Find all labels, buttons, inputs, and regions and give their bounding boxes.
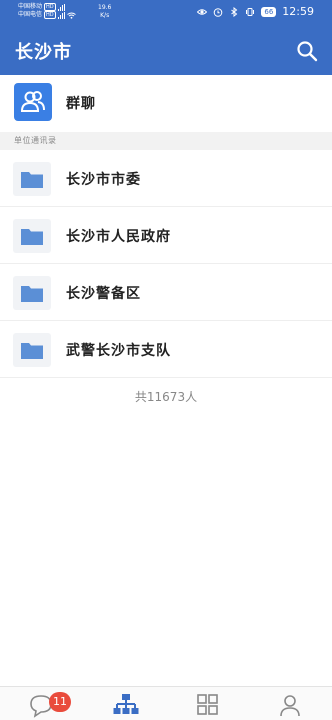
- group-chat-avatar: [14, 83, 52, 121]
- list-item[interactable]: 武警长沙市支队: [0, 321, 332, 378]
- battery-indicator: 66: [261, 6, 277, 17]
- carrier-1-hd-tag: HD: [44, 3, 56, 11]
- list-item-label: 长沙市人民政府: [66, 229, 171, 245]
- clock: 12:59: [282, 5, 314, 18]
- section-label: 单位通讯录: [14, 136, 57, 145]
- total-count: 共11673人: [134, 390, 198, 404]
- search-icon: [297, 41, 318, 62]
- alarm-icon: [214, 7, 223, 17]
- status-right: 66 12:59: [197, 5, 314, 18]
- network-speed: 19.6 K/s: [98, 4, 111, 20]
- tab-contacts[interactable]: [112, 691, 140, 719]
- tab-workbench[interactable]: [193, 691, 221, 719]
- bluetooth-icon: [231, 6, 238, 17]
- status-bar: 中国移动 HD 中国电信 HD 19.6 K/s 66 12:59: [0, 0, 332, 28]
- section-header: 单位通讯录: [0, 132, 332, 150]
- network-speed-value: 19.6: [98, 4, 112, 11]
- list-item[interactable]: 长沙市市委: [0, 150, 332, 207]
- app-header: 长沙市: [0, 28, 332, 75]
- carrier-2-name: 中国电信: [18, 11, 43, 18]
- folder-icon: [13, 276, 51, 310]
- carrier-2-hd-tag: HD: [44, 11, 56, 19]
- list-item[interactable]: 长沙市人民政府: [0, 207, 332, 264]
- search-button[interactable]: [296, 40, 318, 62]
- tab-profile[interactable]: [276, 691, 304, 719]
- carrier-1-name: 中国移动: [18, 3, 43, 10]
- folder-icon: [13, 162, 51, 196]
- group-icon: [20, 91, 45, 112]
- folder-icon: [13, 333, 51, 367]
- signal-icon: [57, 11, 65, 19]
- list-item-label: 长沙警备区: [66, 286, 141, 302]
- group-chat-label: 群聊: [66, 96, 96, 112]
- list-item-label: 长沙市市委: [66, 172, 141, 188]
- signal-icon: [57, 3, 65, 11]
- list-item-label: 武警长沙市支队: [66, 343, 171, 359]
- org-chart-icon: [113, 694, 139, 714]
- person-icon: [280, 695, 300, 717]
- folder-icon: [13, 219, 51, 253]
- list-item[interactable]: 长沙警备区: [0, 264, 332, 321]
- network-speed-unit: K/s: [100, 12, 110, 19]
- wifi-icon: [66, 12, 76, 19]
- eye-icon: [197, 8, 208, 15]
- grid-icon: [197, 694, 218, 715]
- vibrate-icon: [246, 7, 255, 16]
- carrier-info: 中国移动 HD 中国电信 HD: [18, 3, 76, 19]
- group-chat-row[interactable]: 群聊: [0, 75, 332, 132]
- page-title: 长沙市: [15, 42, 72, 63]
- messages-badge: 11: [49, 692, 71, 712]
- org-list: 长沙市市委 长沙市人民政府 长沙警备区 武警长沙市支队: [0, 150, 332, 378]
